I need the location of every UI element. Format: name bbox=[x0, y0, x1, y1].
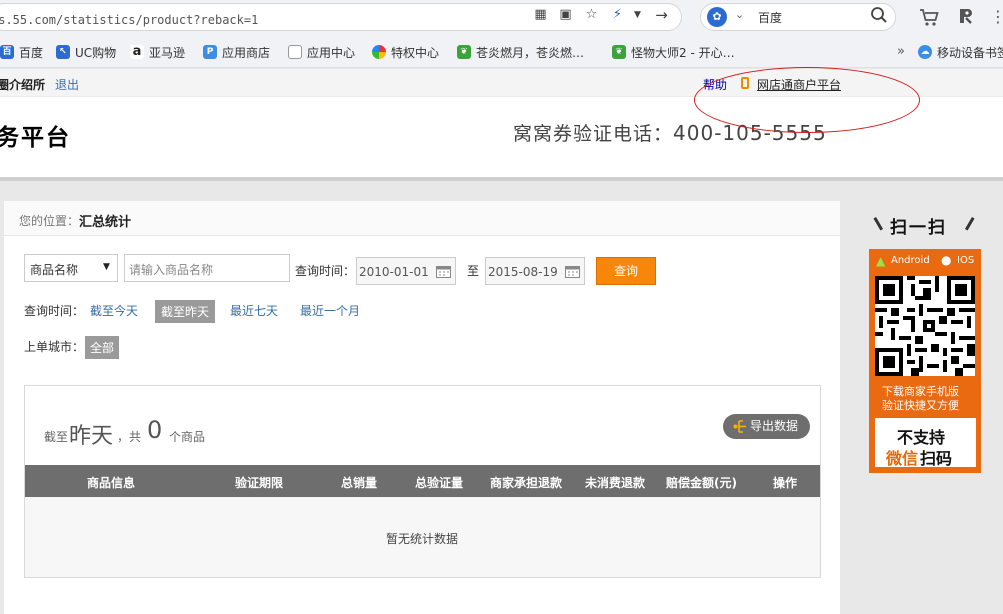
column-header: 总销量 bbox=[341, 476, 378, 490]
column-header: 验证期限 bbox=[235, 476, 284, 490]
address-bar[interactable]: ts.55.com/statistics/product?reback=1 bbox=[0, 3, 682, 31]
qr-code-icon[interactable]: ▦ bbox=[533, 8, 548, 22]
qr-code-icon bbox=[875, 276, 975, 376]
logout-link[interactable]: 退出 bbox=[55, 76, 79, 93]
site-title: 务平台 bbox=[0, 125, 71, 151]
menu-icon[interactable]: ⋮ bbox=[990, 7, 1003, 26]
cloud-icon: ☁ bbox=[918, 45, 932, 59]
date-from-value: 2010-01-01 bbox=[359, 265, 429, 279]
appstore-icon: P bbox=[203, 45, 217, 59]
city-label: 上单城市： bbox=[24, 340, 85, 354]
product-name-placeholder: 请输入商品名称 bbox=[129, 263, 214, 277]
notice-scan: 扫码 bbox=[920, 449, 953, 468]
search-engine-label[interactable]: 百度 bbox=[758, 9, 782, 26]
star-icon[interactable]: ☆ bbox=[584, 8, 599, 22]
column-header: 商家承担退款 bbox=[490, 476, 563, 490]
quick-option-today[interactable]: 截至今天 bbox=[90, 302, 138, 319]
bookmark-game2[interactable]: ❦ 怪物大师2 - 开心… bbox=[612, 44, 735, 60]
search-box[interactable] bbox=[700, 3, 896, 31]
breadcrumb-current: 汇总统计 bbox=[79, 215, 132, 230]
baidu-paw-icon[interactable]: ✿ bbox=[707, 7, 727, 27]
select-arrow-icon: ▼ bbox=[103, 262, 110, 272]
bookmark-baidu[interactable]: 百百度 bbox=[0, 44, 43, 60]
product-select-value: 商品名称 bbox=[30, 263, 79, 277]
summary-count: 0 bbox=[147, 416, 163, 444]
date-to-input[interactable]: 2015-08-19 bbox=[485, 257, 585, 285]
amazon-icon: a bbox=[130, 45, 144, 59]
game-icon: ❦ bbox=[612, 45, 626, 59]
baidu-icon: 百 bbox=[0, 45, 14, 59]
bookmark-appstore[interactable]: P 应用商店 bbox=[203, 44, 270, 60]
bookmark-uc[interactable]: ↖ UC购物 bbox=[56, 44, 116, 60]
chrome-icon bbox=[372, 45, 386, 59]
summary-sep: ，共 bbox=[117, 430, 142, 444]
export-label: 导出数据 bbox=[750, 419, 799, 433]
lightning-icon[interactable]: ⚡ bbox=[610, 8, 625, 22]
apple-icon: ● bbox=[941, 253, 952, 267]
bookmark-appcenter[interactable]: 应用中心 bbox=[288, 44, 355, 60]
android-icon: ▲ bbox=[876, 254, 886, 268]
query-button[interactable]: 查询 bbox=[596, 257, 656, 285]
chevron-down-icon[interactable]: ⌄ bbox=[735, 8, 744, 21]
date-from-input[interactable]: 2010-01-01 bbox=[356, 257, 456, 285]
topbar-intro-link[interactable]: 圈介绍所 bbox=[0, 76, 45, 93]
date-separator: 至 bbox=[467, 264, 480, 278]
search-icon[interactable] bbox=[870, 6, 888, 24]
reader-mode-icon[interactable]: ▣ bbox=[558, 8, 573, 22]
game-icon: ❦ bbox=[457, 45, 471, 59]
address-url[interactable]: ts.55.com/statistics/product?reback=1 bbox=[0, 13, 258, 27]
bookmarks-more-icon[interactable]: » bbox=[897, 44, 905, 59]
page-icon bbox=[288, 45, 302, 59]
column-header: 操作 bbox=[773, 476, 798, 490]
cursor-icon: ↖ bbox=[56, 45, 70, 59]
export-icon bbox=[733, 420, 746, 433]
column-header: 赔偿金额(元) bbox=[666, 476, 737, 490]
city-option-all[interactable]: 全部 bbox=[85, 336, 120, 359]
bookmark-game1[interactable]: ❦ 苍炎燃月，苍炎燃… bbox=[457, 44, 584, 60]
quick-option-7days[interactable]: 最近七天 bbox=[230, 302, 278, 319]
calendar-icon[interactable] bbox=[565, 265, 580, 278]
cart-icon[interactable] bbox=[918, 6, 940, 28]
android-label: Android bbox=[891, 255, 930, 266]
qr-code-image bbox=[875, 276, 975, 376]
calendar-icon[interactable] bbox=[436, 265, 451, 278]
extension-icon[interactable] bbox=[956, 6, 976, 26]
scan-title: 扫一扫 bbox=[890, 218, 947, 238]
forward-arrow-icon[interactable]: → bbox=[654, 8, 669, 23]
quick-option-yesterday[interactable]: 截至昨天 bbox=[155, 300, 216, 323]
time-label: 查询时间： bbox=[295, 264, 356, 278]
breadcrumb-prefix: 您的位置： bbox=[19, 214, 80, 228]
quick-time-label: 查询时间： bbox=[24, 304, 85, 318]
notice-wechat: 微信 bbox=[886, 449, 919, 468]
bookmark-privilege[interactable]: 特权中心 bbox=[372, 44, 439, 60]
date-to-value: 2015-08-19 bbox=[488, 265, 558, 279]
summary-period: 昨天 bbox=[69, 424, 114, 449]
empty-state-text: 暂无统计数据 bbox=[386, 532, 459, 546]
summary-suffix: 个商品 bbox=[169, 430, 206, 444]
export-button[interactable]: 导出数据 bbox=[723, 414, 810, 439]
column-header: 商品信息 bbox=[87, 476, 136, 490]
dropdown-arrow-icon[interactable]: ▼ bbox=[630, 8, 645, 22]
product-field-select[interactable]: 商品名称 ▼ bbox=[24, 254, 118, 282]
summary-prefix: 截至 bbox=[44, 430, 69, 444]
product-name-input[interactable]: 请输入商品名称 bbox=[124, 254, 290, 282]
column-header: 总验证量 bbox=[415, 476, 464, 490]
bookmark-mobile[interactable]: ☁ 移动设备书签 bbox=[918, 44, 1003, 60]
annotation-circle bbox=[694, 67, 920, 133]
download-text-2: 验证快捷又方便 bbox=[882, 399, 959, 412]
ios-label: IOS bbox=[957, 255, 975, 266]
column-header: 未消费退款 bbox=[585, 476, 646, 490]
bookmark-amazon[interactable]: a 亚马逊 bbox=[130, 44, 185, 60]
quick-option-month[interactable]: 最近一个月 bbox=[300, 302, 360, 319]
